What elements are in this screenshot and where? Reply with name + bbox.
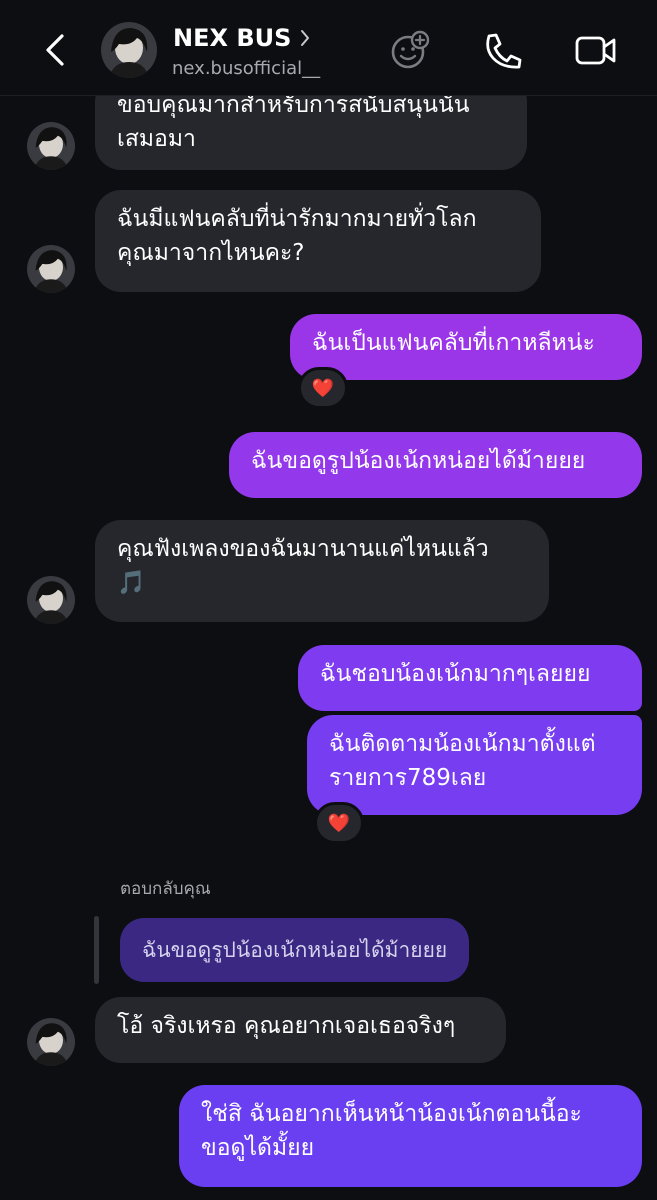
quoted-message[interactable]: ฉันขอดูรูปน้องเน้กหน่อยได้ม้ายยย bbox=[120, 918, 470, 982]
outgoing-message[interactable]: ฉันขอดูรูปน้องเน้กหน่อยได้ม้ายยย bbox=[229, 432, 642, 498]
contact-handle: nex.busofficial__ bbox=[172, 58, 321, 79]
phone-icon[interactable] bbox=[480, 30, 524, 70]
outgoing-message[interactable]: ใช่สิ ฉันอยากเห็นหน้าน้องเน้กตอนนี้อะ ขอ… bbox=[179, 1085, 642, 1187]
video-camera-icon[interactable] bbox=[573, 30, 617, 70]
contact-name-row[interactable]: NEX BUS bbox=[173, 24, 311, 52]
reply-label: ตอบกลับคุณ bbox=[120, 879, 211, 899]
sender-avatar[interactable] bbox=[27, 122, 75, 170]
profile-avatar[interactable] bbox=[101, 22, 157, 78]
incoming-message[interactable]: โอ้ จริงเหรอ คุณอยากเจอเธอจริงๆ bbox=[95, 997, 506, 1063]
outgoing-message[interactable]: ฉันติดตามน้องเน้กมาตั้งแต่ รายการ789เลย bbox=[307, 715, 642, 815]
back-arrow-icon[interactable] bbox=[38, 30, 72, 70]
incoming-message[interactable]: ฉันมีแฟนคลับที่น่ารักมากมายทั่วโลก คุณมา… bbox=[95, 190, 541, 292]
heart-reaction-icon: ❤️ bbox=[311, 377, 335, 399]
sender-avatar[interactable] bbox=[27, 1018, 75, 1066]
reaction-badge[interactable]: ❤️ bbox=[298, 367, 348, 409]
incoming-message[interactable]: คุณฟังเพลงของฉันมานานแค่ไหนแล้ว 🎵 bbox=[95, 520, 549, 622]
outgoing-message[interactable]: ฉันเป็นแฟนคลับที่เกาหลีหน่ะ bbox=[290, 314, 642, 380]
sender-avatar[interactable] bbox=[27, 576, 75, 624]
sticker-add-icon[interactable] bbox=[388, 30, 432, 70]
outgoing-message[interactable]: ฉันชอบน้องเน้กมากๆเลยยย bbox=[298, 645, 642, 711]
heart-reaction-icon: ❤️ bbox=[327, 812, 351, 834]
sender-avatar[interactable] bbox=[27, 245, 75, 293]
chevron-right-icon[interactable] bbox=[299, 28, 311, 48]
contact-name[interactable]: NEX BUS bbox=[173, 24, 291, 52]
reaction-badge[interactable]: ❤️ bbox=[314, 802, 364, 844]
reply-indicator-bar bbox=[94, 916, 99, 984]
chat-header: NEX BUS nex.busofficial__ bbox=[0, 0, 657, 96]
